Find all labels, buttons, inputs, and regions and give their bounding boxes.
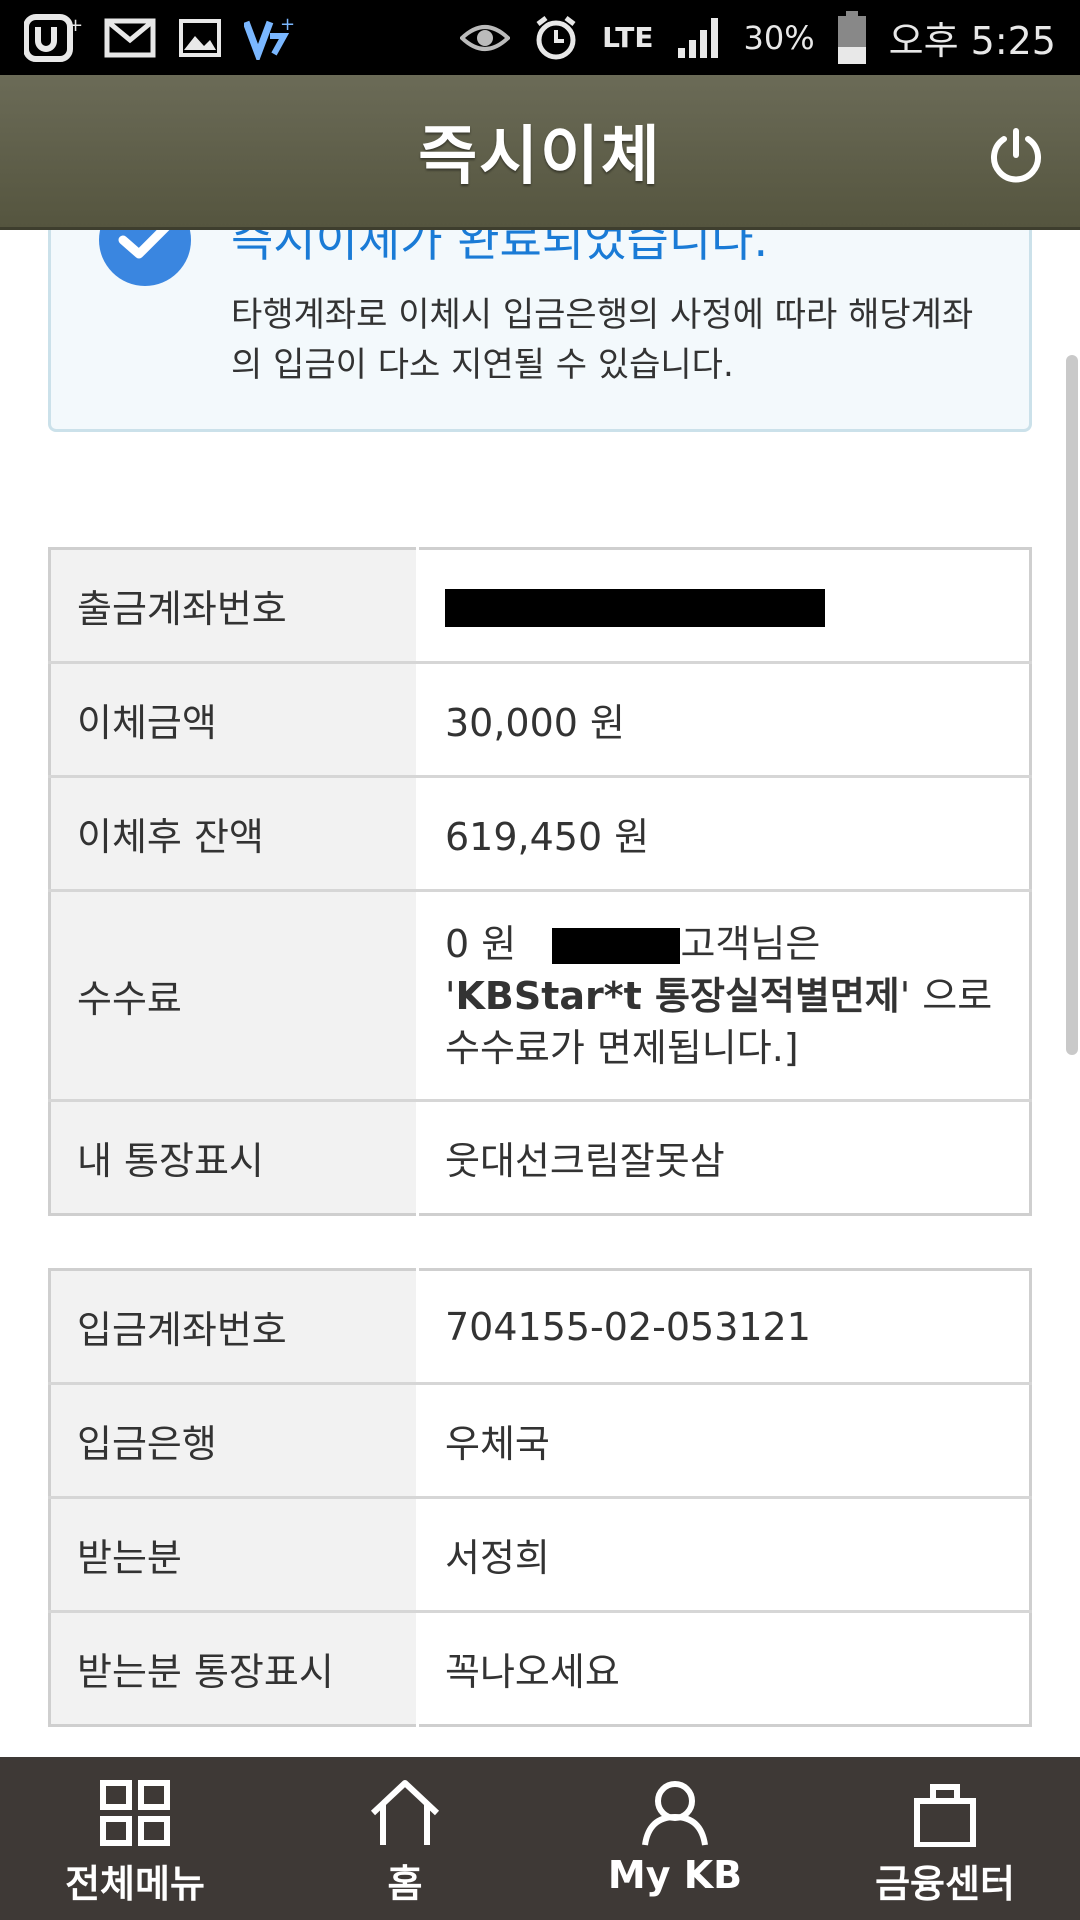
scrollbar[interactable] [1066,355,1078,1055]
bag-icon [914,1784,976,1847]
logout-button[interactable] [986,125,1046,185]
recipient-value: 서정희 [417,1497,1031,1613]
power-icon [991,128,1041,183]
table-row: 이체금액 30,000 원 [49,662,1031,778]
row-label: 출금계좌번호 [49,548,419,664]
table-row: 수수료 0 원 고객님은 'KBStar*t 통장실적별면제' 으로 수수료가 … [49,890,1031,1102]
clock: 오후 5:25 [888,19,1056,63]
content-area: 즉시이체가 완료되었습니다. 타행계좌로 이체시 입금은행의 사정에 따라 해당… [0,230,1080,1757]
svg-text:+: + [68,15,82,36]
v3-icon: + [244,16,294,60]
home-icon [370,1780,440,1845]
table-row: 받는분 서정희 [49,1497,1031,1613]
nav-home[interactable]: 홈 [270,1757,540,1920]
nav-label: 금융센터 [875,1862,1015,1906]
nav-finance-center[interactable]: 금융센터 [810,1757,1080,1920]
row-label: 입금계좌번호 [49,1269,419,1385]
page-title: 즉시이체 [418,120,662,194]
row-label: 입금은행 [49,1383,419,1499]
fee-amount: 0 원 [445,921,517,966]
person-icon [642,1781,708,1846]
image-icon [178,18,222,58]
withdraw-info-table: 출금계좌번호 이체금액 30,000 원 이체후 잔액 619,450 원 수수… [48,547,1032,1216]
fee-text: 0 원 고객님은 'KBStar*t 통장실적별면제' 으로 수수료가 면제됩니… [445,904,1029,1088]
redacted-block [445,589,825,627]
table-row: 내 통장표시 웃대선크림잘못삼 [49,1100,1031,1215]
table-row: 이체후 잔액 619,450 원 [49,776,1031,892]
nav-label: 전체메뉴 [65,1862,205,1906]
network-label: LTE [602,21,654,54]
transfer-amount-value: 30,000 원 [417,662,1031,778]
grid-icon [100,1780,170,1846]
eye-icon [460,20,511,56]
status-bar-left: + + [24,13,294,63]
mail-icon [104,18,156,58]
row-label: 수수료 [49,890,419,1102]
table-row: 받는분 통장표시 꼭나오세요 [49,1611,1031,1726]
battery-icon [837,10,867,65]
table-row: 출금계좌번호 [49,548,1031,664]
row-label: 이체금액 [49,662,419,778]
deposit-account-value: 704155-02-053121 [417,1269,1031,1385]
svg-text:+: + [280,16,294,35]
recipient-memo-value: 꼭나오세요 [417,1611,1031,1726]
row-label: 내 통장표시 [49,1100,419,1215]
table-row: 입금은행 우체국 [49,1383,1031,1499]
check-icon [97,230,193,288]
nav-my-kb[interactable]: My KB [540,1757,810,1920]
row-label: 받는분 [49,1497,419,1613]
row-label: 받는분 통장표시 [49,1611,419,1726]
deposit-bank-value: 우체국 [417,1383,1031,1499]
u-plus-icon: + [24,13,82,63]
balance-value: 619,450 원 [417,776,1031,892]
nav-label: 홈 [387,1862,423,1906]
deposit-info-table: 입금계좌번호 704155-02-053121 입금은행 우체국 받는분 서정희… [48,1268,1032,1727]
withdraw-account-value [417,548,1031,664]
status-bar-right: LTE 30% 오후 5:25 [460,10,1056,65]
nav-label: My KB [607,1853,743,1897]
row-label: 이체후 잔액 [49,776,419,892]
table-row: 입금계좌번호 704155-02-053121 [49,1269,1031,1385]
fee-value: 0 원 고객님은 'KBStar*t 통장실적별면제' 으로 수수료가 면제됩니… [417,890,1031,1102]
title-bar: 즉시이체 [0,75,1080,230]
my-memo-value: 웃대선크림잘못삼 [417,1100,1031,1215]
redacted-block [552,928,681,964]
signal-icon [676,16,722,60]
bottom-nav: 전체메뉴 홈 My KB 금융센터 [0,1757,1080,1920]
alarm-icon [532,14,580,62]
completion-notice: 즉시이체가 완료되었습니다. 타행계좌로 이체시 입금은행의 사정에 따라 해당… [48,230,1032,432]
notice-title: 즉시이체가 완료되었습니다. [231,230,769,267]
battery-percent: 30% [743,18,815,57]
status-bar: + + LTE 30% 오후 5:25 [0,0,1080,75]
nav-all-menu[interactable]: 전체메뉴 [0,1757,270,1920]
fee-bold-text: KBStar*t 통장실적별면제 [455,973,900,1018]
notice-description: 타행계좌로 이체시 입금은행의 사정에 따라 해당계좌의 입금이 다소 지연될 … [231,295,974,385]
